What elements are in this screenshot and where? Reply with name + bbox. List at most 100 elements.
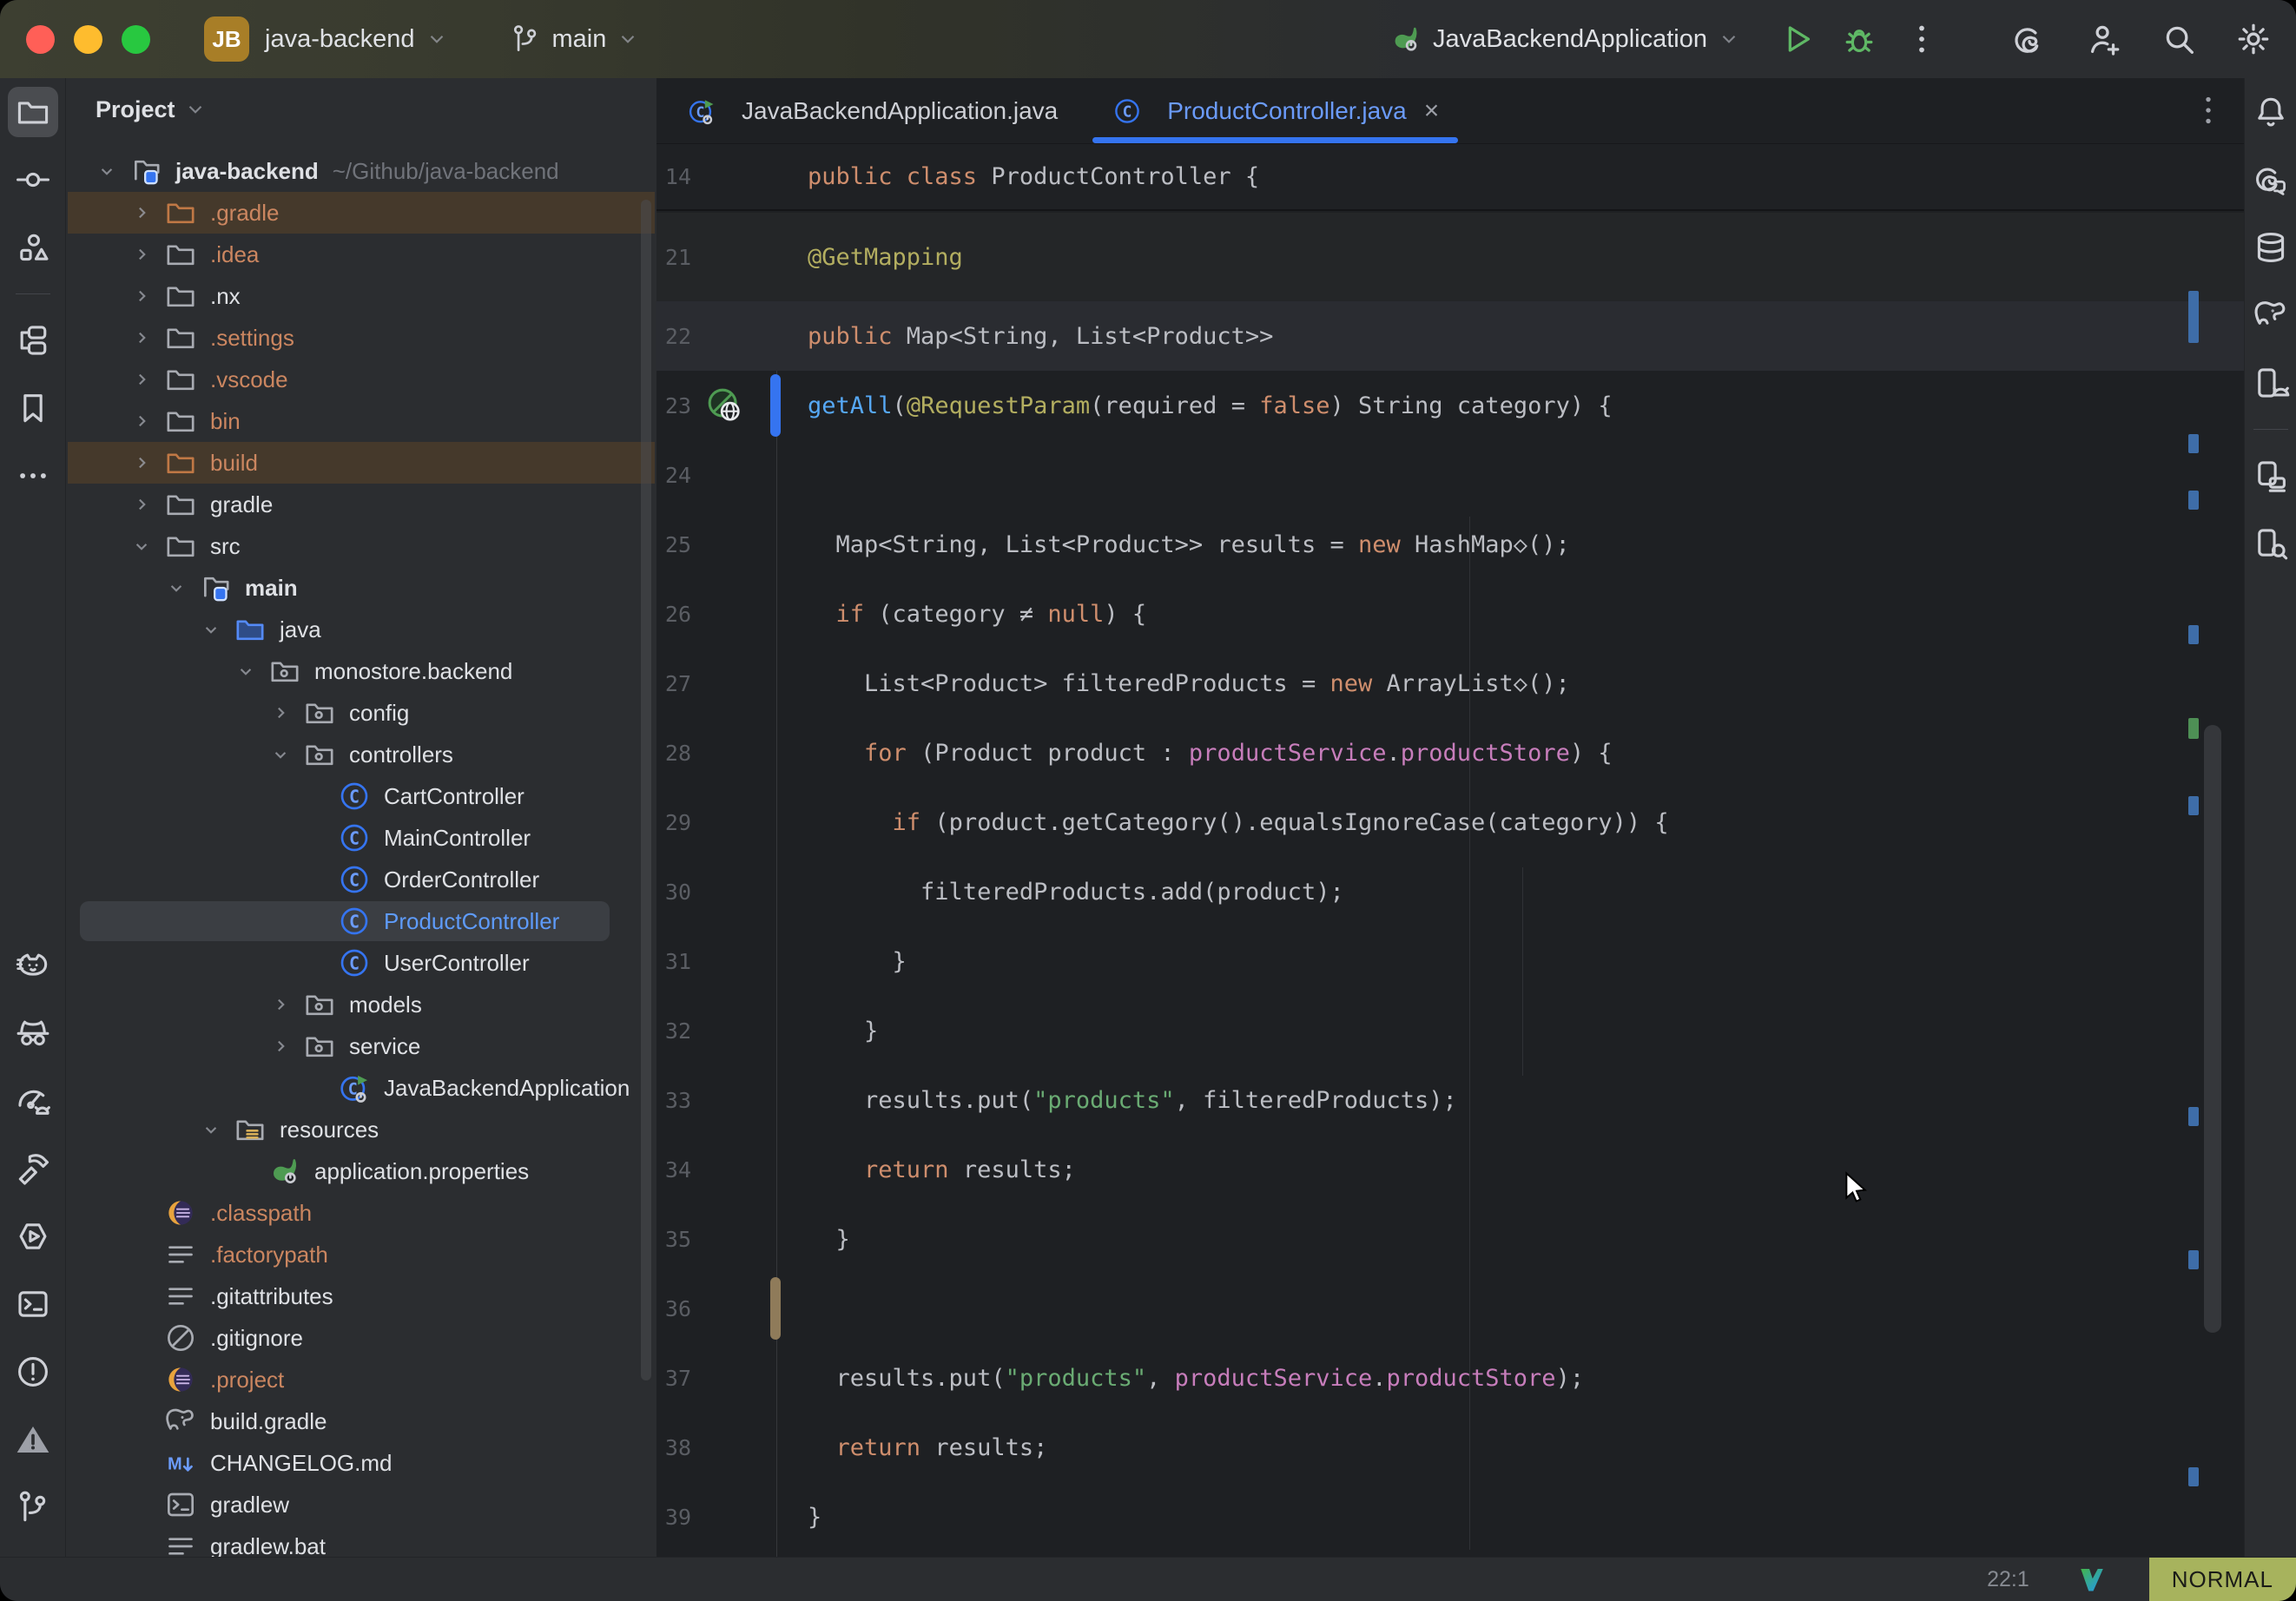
- tree-item-src[interactable]: src: [66, 525, 656, 567]
- gutter-change-bar-blue[interactable]: [770, 374, 781, 437]
- code-line-22[interactable]: 22public Map<String, List<Product>>: [656, 301, 2244, 371]
- toolwindow-button-gradle[interactable]: [2246, 290, 2296, 340]
- close-window-button[interactable]: [26, 25, 55, 54]
- tree-item-java-backend[interactable]: java-backend~/Github/java-backend: [66, 150, 656, 192]
- tree-item-.gitattributes[interactable]: .gitattributes: [66, 1275, 656, 1317]
- project-selector[interactable]: java-backend: [265, 25, 448, 54]
- tree-item-gradlew[interactable]: gradlew: [66, 1484, 656, 1525]
- toolwindow-button-commit[interactable]: [8, 155, 58, 205]
- tree-item-controllers[interactable]: controllers: [66, 734, 656, 775]
- toolwindow-button-devicemirror[interactable]: [2246, 451, 2296, 501]
- tree-item-MainController[interactable]: CMainController: [66, 817, 656, 859]
- tree-item-CartController[interactable]: CCartController: [66, 775, 656, 817]
- gutter-change-bar-brown[interactable]: [770, 1277, 781, 1340]
- run-configuration-selector[interactable]: JavaBackendApplication: [1389, 23, 1740, 56]
- tree-item-.idea[interactable]: .idea: [66, 234, 656, 275]
- line-number[interactable]: 23: [656, 371, 691, 440]
- toolwindow-button-bookmark[interactable]: [8, 383, 58, 433]
- toolwindow-button-bell[interactable]: [2246, 87, 2296, 137]
- code-line-34[interactable]: 34 return results;: [656, 1135, 2244, 1204]
- error-stripe-mark[interactable]: [2188, 1250, 2199, 1269]
- tree-item-.project[interactable]: .project: [66, 1359, 656, 1400]
- caret-position[interactable]: 22:1: [1987, 1567, 2029, 1592]
- ideavim-icon[interactable]: [2076, 1564, 2108, 1595]
- vim-mode-badge[interactable]: NORMAL: [2149, 1558, 2296, 1601]
- tree-item-application.properties[interactable]: application.properties: [66, 1150, 656, 1192]
- toolwindow-button-hexplay[interactable]: [8, 1211, 58, 1262]
- toolwindow-button-structure[interactable]: [8, 315, 58, 366]
- line-number[interactable]: 39: [656, 1482, 691, 1552]
- line-number[interactable]: 31: [656, 926, 691, 996]
- project-panel-header[interactable]: Project: [66, 78, 656, 141]
- tree-item-models[interactable]: models: [66, 984, 656, 1025]
- debug-button[interactable]: [1839, 19, 1879, 59]
- code-line-26[interactable]: 26 if (category ≠ null) {: [656, 579, 2244, 649]
- error-stripe-mark[interactable]: [2188, 1107, 2199, 1126]
- search-everywhere-icon[interactable]: [2159, 19, 2199, 59]
- line-number[interactable]: 33: [656, 1065, 691, 1135]
- toolwindow-button-phoneandroid[interactable]: [2246, 358, 2296, 408]
- tree-item-OrderController[interactable]: COrderController: [66, 859, 656, 900]
- error-stripe-mark[interactable]: [2188, 718, 2199, 739]
- toolwindow-button-hammer[interactable]: [8, 1143, 58, 1194]
- tree-item-build[interactable]: build: [66, 442, 656, 484]
- code-line-30[interactable]: 30 filteredProducts.add(product);: [656, 857, 2244, 926]
- error-stripe-mark[interactable]: [2188, 434, 2199, 453]
- tree-item-.vscode[interactable]: .vscode: [66, 359, 656, 400]
- code-line-35[interactable]: 35 }: [656, 1204, 2244, 1274]
- line-number[interactable]: 26: [656, 579, 691, 649]
- tree-item-.gradle[interactable]: .gradle: [66, 192, 656, 234]
- request-mapping-gutter-icon[interactable]: [705, 385, 745, 425]
- error-stripe-mark[interactable]: [2188, 796, 2199, 815]
- code-line-32[interactable]: 32 }: [656, 996, 2244, 1065]
- tree-item-main[interactable]: main: [66, 567, 656, 609]
- line-number[interactable]: 36: [656, 1274, 691, 1343]
- code-line-39[interactable]: 39}: [656, 1482, 2244, 1552]
- sticky-line[interactable]: 14 public class ProductController {: [656, 144, 2244, 211]
- run-button[interactable]: [1777, 19, 1817, 59]
- code-line-27[interactable]: 27 List<Product> filteredProducts = new …: [656, 649, 2244, 718]
- editor-tab-ProductController.java[interactable]: CProductController.java×: [1087, 78, 1463, 143]
- line-number[interactable]: 28: [656, 718, 691, 787]
- tree-item-resources[interactable]: resources: [66, 1109, 656, 1150]
- toolwindow-button-branch[interactable]: [8, 1482, 58, 1532]
- toolwindow-button-folder[interactable]: [8, 87, 58, 137]
- project-scrollbar[interactable]: [641, 200, 651, 1380]
- line-number[interactable]: 34: [656, 1135, 691, 1204]
- line-number[interactable]: 37: [656, 1343, 691, 1413]
- tree-item-gradle[interactable]: gradle: [66, 484, 656, 525]
- tree-item-gradlew.bat[interactable]: gradlew.bat: [66, 1525, 656, 1557]
- tree-item-bin[interactable]: bin: [66, 400, 656, 442]
- vcs-branch-selector[interactable]: main: [509, 23, 640, 56]
- tree-item-UserController[interactable]: CUserController: [66, 942, 656, 984]
- code-line-28[interactable]: 28 for (Product product : productService…: [656, 718, 2244, 787]
- code-line-38[interactable]: 38 return results;: [656, 1413, 2244, 1482]
- line-number[interactable]: 27: [656, 649, 691, 718]
- code-line-36[interactable]: 36: [656, 1274, 2244, 1343]
- code-line-25[interactable]: 25 Map<String, List<Product>> results = …: [656, 510, 2244, 579]
- tree-item-JavaBackendApplication[interactable]: CJavaBackendApplication: [66, 1067, 656, 1109]
- line-number[interactable]: 24: [656, 440, 691, 510]
- toolwindow-button-people[interactable]: [8, 222, 58, 273]
- toolwindow-button-database[interactable]: [2246, 222, 2296, 273]
- editor-scrollbar[interactable]: [2204, 725, 2221, 1333]
- line-number[interactable]: 29: [656, 787, 691, 857]
- zoom-window-button[interactable]: [122, 25, 150, 54]
- tree-item-.classpath[interactable]: .classpath: [66, 1192, 656, 1234]
- toolwindow-button-incognito[interactable]: [8, 1008, 58, 1058]
- tree-item-.gitignore[interactable]: .gitignore: [66, 1317, 656, 1359]
- tree-item-ProductController[interactable]: CProductController: [66, 900, 656, 942]
- error-stripe-mark[interactable]: [2188, 291, 2199, 343]
- code-line-29[interactable]: 29 if (product.getCategory().equalsIgnor…: [656, 787, 2244, 857]
- tree-item-.settings[interactable]: .settings: [66, 317, 656, 359]
- line-number[interactable]: 25: [656, 510, 691, 579]
- editor-tab-JavaBackendApplication.java[interactable]: CJavaBackendApplication.java: [662, 78, 1082, 143]
- tree-item-.factorypath[interactable]: .factorypath: [66, 1234, 656, 1275]
- tree-item-CHANGELOG.md[interactable]: MCHANGELOG.md: [66, 1442, 656, 1484]
- line-number[interactable]: 32: [656, 996, 691, 1065]
- close-tab-icon[interactable]: ×: [1424, 96, 1440, 126]
- line-number[interactable]: 21: [656, 213, 691, 301]
- tree-item-build.gradle[interactable]: build.gradle: [66, 1400, 656, 1442]
- line-number[interactable]: 22: [656, 301, 691, 371]
- toolwindow-button-terminal[interactable]: [8, 1279, 58, 1329]
